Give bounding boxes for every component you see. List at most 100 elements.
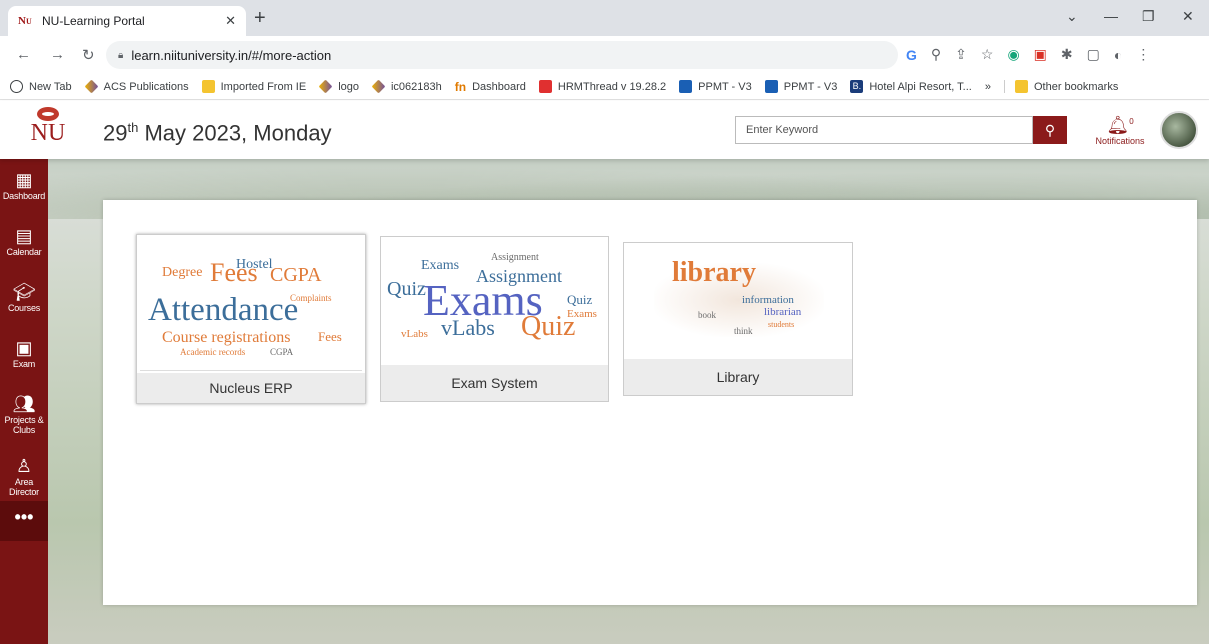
card-library[interactable]: library information librarian book think… <box>623 242 853 396</box>
wordcloud-word: library <box>672 257 756 288</box>
wordcloud-word: Quiz <box>387 278 426 300</box>
card-label: Library <box>624 359 852 395</box>
wordcloud-word: CGPA <box>270 264 322 286</box>
bookmark-item[interactable]: PPMT - V3 <box>679 80 752 93</box>
extension-m-icon[interactable]: ▣ <box>1034 46 1047 63</box>
omnibox[interactable]: 🔒︎ learn.niituniversity.in/#/more-action <box>106 41 898 69</box>
sidebar-more-button[interactable]: ••• <box>0 501 48 541</box>
wordcloud-word: Hostel <box>236 257 273 272</box>
tab-search-chevron-icon[interactable]: ⌄ <box>1066 8 1078 25</box>
wordcloud-word: Exams <box>421 258 460 273</box>
card-exam-system[interactable]: Exams Quiz vLabs Assignment Exams Quiz v… <box>380 236 609 402</box>
diamond-icon <box>84 79 99 94</box>
browser-tab[interactable]: NU NU-Learning Portal ✕ <box>8 6 246 36</box>
fn-icon: fn <box>454 79 467 94</box>
logo-ring-icon <box>37 107 59 121</box>
group-icon: 👥︎ <box>12 394 36 414</box>
sidebar-item-projects-clubs[interactable]: 👥︎ Projects & Clubs <box>0 383 48 445</box>
card-nucleus-erp[interactable]: Attendance Fees CGPA Hostel Degree Cours… <box>136 234 366 404</box>
wordcloud-word: students <box>768 320 795 329</box>
clipboard-icon: ▣ <box>15 338 33 358</box>
new-tab-button[interactable]: + <box>254 8 266 28</box>
bookmark-item[interactable]: HRMThread v 19.28.2 <box>538 80 666 93</box>
date-rest: May 2023, Monday <box>138 120 332 146</box>
bookmark-item[interactable]: logo <box>318 79 359 94</box>
wordcloud-word: librarian <box>764 306 802 318</box>
lock-icon: 🔒︎ <box>118 49 124 61</box>
wordcloud-word: Exams <box>567 308 597 320</box>
profile-icon[interactable]: ◐ <box>1114 47 1122 63</box>
browser-menu-icon[interactable]: ⋮ <box>1136 46 1150 63</box>
sidebar-item-area-director[interactable]: ♙ Area Director <box>0 445 48 501</box>
wordcloud-word: Fees <box>318 329 342 344</box>
sidebar-item-label: Calendar <box>6 247 42 257</box>
wordcloud-word: Attendance <box>148 292 299 328</box>
sidebar-item-label: Area Director <box>9 477 39 497</box>
other-bookmarks[interactable]: Other bookmarks <box>1003 80 1118 93</box>
person-icon: ♙ <box>15 456 33 476</box>
booking-icon: B. <box>850 80 864 93</box>
bookmark-item[interactable]: B. Hotel Alpi Resort, T... <box>850 80 972 93</box>
share-icon[interactable]: ⇪ <box>955 46 967 63</box>
bookmark-item[interactable]: ic062183h <box>371 79 442 94</box>
wordcloud-word: Degree <box>162 265 203 280</box>
folder-icon <box>201 80 215 93</box>
notifications-button[interactable]: 🔔︎0 Notifications <box>1092 111 1148 146</box>
extension-grammarly-icon[interactable]: ◉ <box>1007 46 1019 63</box>
sidebar-item-calendar[interactable]: ▤ Calendar <box>0 215 48 271</box>
wordcloud-word: Course registrations <box>162 329 291 346</box>
exam-wordcloud-image: Exams Quiz vLabs Assignment Exams Quiz v… <box>381 237 608 366</box>
library-wordcloud-image: library information librarian book think… <box>624 243 852 360</box>
wordcloud-word: vLabs <box>401 328 428 340</box>
zoom-icon[interactable]: ⚲ <box>931 46 941 63</box>
sidebar-item-label: Projects & <box>4 415 44 425</box>
search-button[interactable]: ⚲ <box>1033 116 1067 144</box>
tab-close-icon[interactable]: ✕ <box>225 13 236 29</box>
bookmark-item[interactable]: fn Dashboard <box>455 80 526 94</box>
nu-logo[interactable]: NU <box>30 107 66 153</box>
erp-wordcloud-image: Attendance Fees CGPA Hostel Degree Cours… <box>140 238 362 371</box>
bookmark-star-icon[interactable]: ☆ <box>981 46 994 63</box>
wordcloud-word: CGPA <box>270 347 294 357</box>
hrm-icon <box>538 80 552 93</box>
forward-button[interactable]: → <box>50 46 65 63</box>
wordcloud-word: Quiz <box>567 292 593 307</box>
bookmark-folder[interactable]: Imported From IE <box>201 80 306 93</box>
search-icon: ⚲ <box>1044 122 1056 138</box>
avatar[interactable] <box>1160 111 1198 149</box>
extensions-puzzle-icon[interactable]: ✱ <box>1061 46 1073 63</box>
notifications-label: Notifications <box>1095 136 1145 146</box>
date-suffix: th <box>127 120 139 135</box>
bell-icon: 🔔︎0 <box>1106 115 1134 135</box>
sidebar-item-label: Courses <box>7 303 41 313</box>
sidebar-item-exam[interactable]: ▣ Exam <box>0 327 48 383</box>
wordcloud-word: book <box>698 310 716 320</box>
diamond-icon <box>371 79 386 94</box>
browser-tab-strip: NU NU-Learning Portal ✕ + ⌄ — ❐ ✕ <box>0 0 1209 36</box>
sidebar-item-label: Clubs <box>12 425 35 435</box>
wordcloud-word: Assignment <box>491 252 539 263</box>
bookmark-item[interactable]: ACS Publications <box>84 79 189 94</box>
notification-count: 0 <box>1129 117 1134 126</box>
sidebar-item-dashboard[interactable]: ▦ Dashboard <box>0 159 48 215</box>
sidebar-item-courses[interactable]: 🎓︎ Courses <box>0 271 48 327</box>
folder-icon <box>1014 80 1028 93</box>
search-placeholder: Enter Keyword <box>746 124 819 136</box>
sidebar-item-label: Exam <box>12 359 36 369</box>
bookmark-item[interactable]: PPMT - V3 <box>764 80 837 93</box>
bookmarks-overflow[interactable]: » <box>985 81 991 93</box>
bookmark-item[interactable]: New Tab <box>10 80 72 93</box>
dashboard-grid-icon: ▦ <box>15 170 33 190</box>
minimize-button[interactable]: — <box>1104 8 1118 24</box>
restore-button[interactable]: ❐ <box>1142 8 1155 25</box>
reload-button[interactable]: ↻ <box>82 46 95 64</box>
side-panel-icon[interactable]: ▢ <box>1087 46 1100 63</box>
google-lens-icon[interactable]: G <box>906 47 917 63</box>
wordcloud-word: Complaints <box>290 293 332 303</box>
close-window-button[interactable]: ✕ <box>1182 8 1194 25</box>
back-button[interactable]: ← <box>16 46 31 63</box>
tab-title: NU-Learning Portal <box>42 14 145 28</box>
search-input[interactable]: Enter Keyword <box>735 116 1033 144</box>
graduation-cap-icon: 🎓︎ <box>12 282 36 302</box>
wordcloud-word: Academic records <box>180 347 246 357</box>
